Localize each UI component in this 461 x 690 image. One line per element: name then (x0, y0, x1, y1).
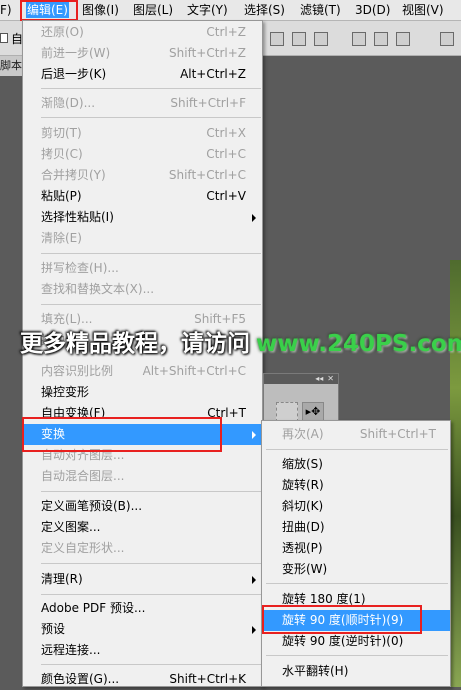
menu-separator (266, 449, 448, 450)
move-tool-icon[interactable]: ▸✥ (302, 402, 324, 422)
menu-item-undo[interactable]: 还原(O) Ctrl+Z (23, 22, 262, 43)
menu-bar: F) 编辑(E) 图像(I) 图层(L) 文字(Y) 选择(S) 滤镜(T) 3… (0, 0, 461, 21)
submenu-item-rotate-180[interactable]: 旋转 180 度(1) (262, 589, 450, 610)
menu-item-copy[interactable]: 拷贝(C) Ctrl+C (23, 144, 262, 165)
menu-item-define-custom-shape[interactable]: 定义自定形状... (23, 538, 262, 559)
marquee-tool-icon[interactable] (276, 402, 298, 422)
menu-item-transform[interactable]: 变换 (23, 424, 262, 445)
submenu-item-rotate[interactable]: 旋转(R) (262, 475, 450, 496)
menu-item-adobe-pdf-presets[interactable]: Adobe PDF 预设... (23, 598, 262, 619)
menu-item-content-aware-scale[interactable]: 内容识别比例 Alt+Shift+Ctrl+C (23, 361, 262, 382)
watermark-banner: 更多精品教程，请访问 www.240PS.com (20, 326, 461, 362)
menu-item-define-brush[interactable]: 定义画笔预设(B)... (23, 496, 262, 517)
menu-view[interactable]: 视图(V) (402, 2, 444, 18)
tools-panel: ◂◂ ✕ ▸✥ (263, 373, 339, 427)
menu-item-purge[interactable]: 清理(R) (23, 569, 262, 590)
submenu-item-again[interactable]: 再次(A) Shift+Ctrl+T (262, 424, 450, 445)
menu-item-copy-merged[interactable]: 合并拷贝(Y) Shift+Ctrl+C (23, 165, 262, 186)
menu-select[interactable]: 选择(S) (244, 2, 285, 18)
submenu-arrow-icon (252, 576, 256, 584)
menu-3d[interactable]: 3D(D) (355, 2, 390, 18)
close-icon[interactable]: ✕ (327, 374, 334, 383)
menu-item-free-transform[interactable]: 自由变换(F) Ctrl+T (23, 403, 262, 424)
menu-item-paste[interactable]: 粘贴(P) Ctrl+V (23, 186, 262, 207)
menu-filter[interactable]: 滤镜(T) (300, 2, 341, 18)
menu-separator (41, 88, 261, 89)
menu-item-define-pattern[interactable]: 定义图案... (23, 517, 262, 538)
menu-item-paste-special[interactable]: 选择性粘贴(I) (23, 207, 262, 228)
collapse-icon[interactable]: ◂◂ (315, 374, 323, 383)
submenu-item-flip-horizontal[interactable]: 水平翻转(H) (262, 661, 450, 682)
menu-separator (41, 664, 261, 665)
menu-layer[interactable]: 图层(L) (133, 2, 173, 18)
canvas-image (450, 260, 461, 687)
menu-item-auto-align-layers[interactable]: 自动对齐图层... (23, 445, 262, 466)
watermark-text: 更多精品教程，请访问 (20, 331, 250, 357)
menu-item-check-spelling[interactable]: 拼写检查(H)... (23, 258, 262, 279)
submenu-item-warp[interactable]: 变形(W) (262, 559, 450, 580)
menu-separator (41, 563, 261, 564)
tab-script-label: 脚本 (0, 59, 22, 72)
submenu-arrow-icon (252, 431, 256, 439)
tools-panel-header: ◂◂ ✕ (264, 374, 338, 384)
submenu-item-distort[interactable]: 扭曲(D) (262, 517, 450, 538)
menu-separator (41, 594, 261, 595)
submenu-item-rotate-90-ccw[interactable]: 旋转 90 度(逆时针)(0) (262, 631, 450, 652)
transform-submenu: 再次(A) Shift+Ctrl+T 缩放(S) 旋转(R) 斜切(K) 扭曲(D… (261, 420, 451, 687)
align-bottom-icon[interactable] (314, 32, 328, 46)
submenu-item-scale[interactable]: 缩放(S) (262, 454, 450, 475)
menu-separator (41, 253, 261, 254)
menu-item-clear[interactable]: 清除(E) (23, 228, 262, 249)
menu-item-step-forward[interactable]: 前进一步(W) Shift+Ctrl+Z (23, 43, 262, 64)
tab-script[interactable]: 脚本 (0, 56, 24, 76)
menu-item-puppet-warp[interactable]: 操控变形 (23, 382, 262, 403)
menu-item-fade[interactable]: 渐隐(D)... Shift+Ctrl+F (23, 93, 262, 114)
menu-edit[interactable]: 编辑(E) (26, 2, 69, 18)
submenu-arrow-icon (252, 214, 256, 222)
menu-item-cut[interactable]: 剪切(T) Ctrl+X (23, 123, 262, 144)
menu-item-step-backward[interactable]: 后退一步(K) Alt+Ctrl+Z (23, 64, 262, 85)
align-top-icon[interactable] (270, 32, 284, 46)
menu-item-auto-blend-layers[interactable]: 自动混合图层... (23, 466, 262, 487)
menu-separator (266, 655, 448, 656)
distribute-icon[interactable] (440, 32, 454, 46)
submenu-arrow-icon (252, 626, 256, 634)
menu-file[interactable]: F) (0, 2, 12, 18)
submenu-item-perspective[interactable]: 透视(P) (262, 538, 450, 559)
menu-separator (41, 491, 261, 492)
submenu-item-skew[interactable]: 斜切(K) (262, 496, 450, 517)
menu-item-find-replace[interactable]: 查找和替换文本(X)... (23, 279, 262, 300)
menu-type[interactable]: 文字(Y) (187, 2, 228, 18)
menu-separator (41, 117, 261, 118)
menu-separator (266, 583, 448, 584)
menu-item-remote-connections[interactable]: 远程连接... (23, 640, 262, 661)
menu-image[interactable]: 图像(I) (82, 2, 119, 18)
align-vcenter-icon[interactable] (292, 32, 306, 46)
menu-item-presets[interactable]: 预设 (23, 619, 262, 640)
auto-select-checkbox[interactable] (0, 33, 8, 43)
watermark-url: www.240PS.com (256, 331, 461, 357)
align-right-icon[interactable] (396, 32, 410, 46)
menu-separator (41, 304, 261, 305)
align-left-icon[interactable] (352, 32, 366, 46)
align-hcenter-icon[interactable] (374, 32, 388, 46)
submenu-item-rotate-90-cw[interactable]: 旋转 90 度(顺时针)(9) (262, 610, 450, 631)
